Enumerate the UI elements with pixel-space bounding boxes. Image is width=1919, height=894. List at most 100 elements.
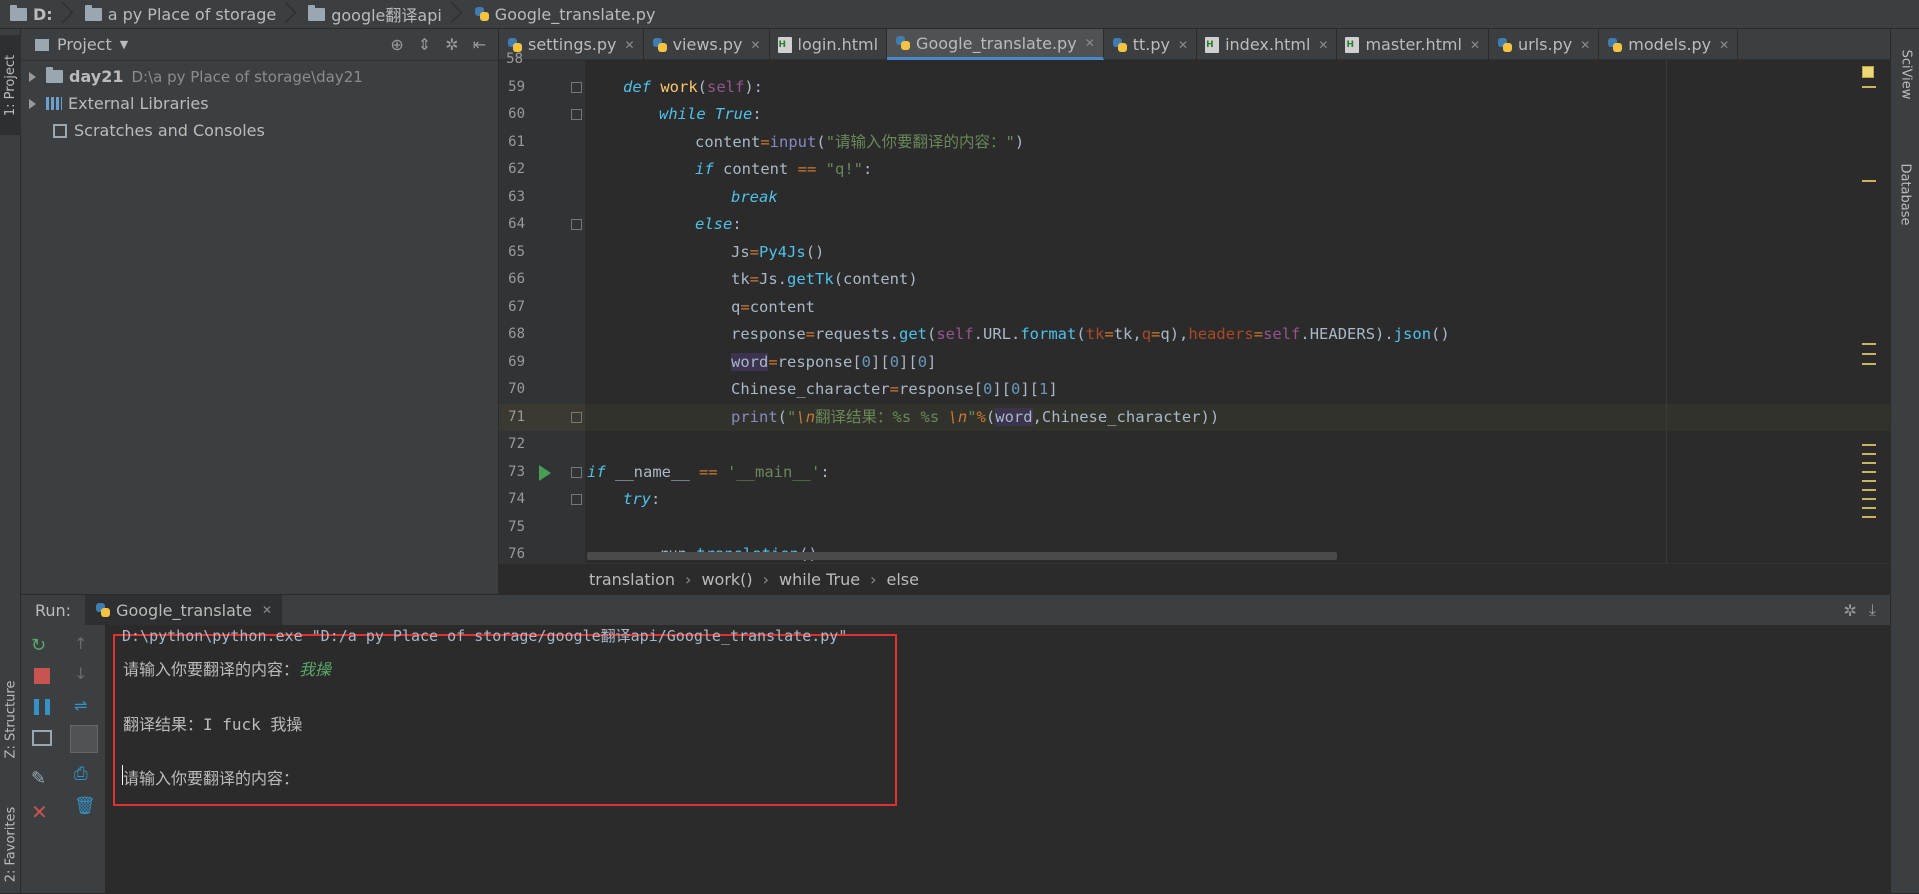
breadcrumb-label: Google_translate.py bbox=[494, 4, 656, 24]
trash-icon[interactable]: 🗑 bbox=[74, 795, 96, 817]
code-breadcrumb-item[interactable]: else bbox=[886, 570, 918, 589]
fold-marker-icon[interactable] bbox=[571, 109, 582, 120]
project-view-icon bbox=[35, 38, 49, 51]
dump-threads-icon[interactable] bbox=[32, 730, 52, 746]
fold-marker-icon[interactable] bbox=[571, 467, 582, 478]
project-tool-tab[interactable]: 1: Project bbox=[0, 35, 21, 135]
run-gutter-icon[interactable] bbox=[539, 465, 551, 481]
code-line: word=response[0][0][0] bbox=[731, 353, 937, 371]
gear-icon[interactable]: ✲ bbox=[1844, 601, 1857, 620]
line-number: 60 bbox=[508, 106, 525, 122]
run-tab[interactable]: Google_translate ✕ bbox=[85, 594, 283, 626]
soft-wrap-icon[interactable]: ⇌ bbox=[74, 695, 96, 717]
breadcrumb-item-google-api[interactable]: google翻译api bbox=[298, 0, 464, 29]
tab-google-translate-py[interactable]: Google_translate.py ✕ bbox=[887, 29, 1104, 60]
tab-models-py[interactable]: models.py ✕ bbox=[1599, 29, 1739, 60]
tree-item-path: D:\a py Place of storage\day21 bbox=[131, 67, 363, 86]
tree-item-scratches[interactable]: Scratches and Consoles bbox=[21, 117, 498, 144]
python-file-icon bbox=[474, 6, 490, 22]
close-icon[interactable]: ✕ bbox=[31, 801, 53, 823]
sciview-tool-tab[interactable]: SciView bbox=[1895, 29, 1916, 119]
code-line: break bbox=[731, 188, 778, 206]
code-breadcrumb-item[interactable]: translation bbox=[589, 570, 675, 589]
expand-arrow-icon[interactable] bbox=[29, 98, 36, 109]
close-icon[interactable]: ✕ bbox=[1580, 38, 1590, 52]
line-number: 63 bbox=[508, 189, 525, 205]
console-user-input: 我操 bbox=[299, 660, 332, 679]
close-icon[interactable]: ✕ bbox=[1470, 38, 1480, 52]
hide-panel-icon[interactable]: ⤓ bbox=[1869, 600, 1876, 620]
run-panel-header: Run: Google_translate ✕ ✲ ⤓ bbox=[21, 594, 1890, 626]
breadcrumb-item-drive[interactable]: D: bbox=[0, 0, 75, 29]
code-editor[interactable]: def work(self): while True: content=inpu… bbox=[585, 60, 1890, 563]
code-line: tk=Js.getTk(content) bbox=[731, 270, 918, 288]
code-line: else: bbox=[695, 215, 742, 233]
collapse-all-icon[interactable]: ⇕ bbox=[418, 35, 431, 54]
code-breadcrumb-item[interactable]: while True bbox=[779, 570, 860, 589]
close-icon[interactable]: ✕ bbox=[1085, 36, 1095, 50]
folder-icon bbox=[46, 67, 63, 83]
run-toolbar-primary: ↻ ✎ ✕ bbox=[21, 625, 64, 893]
rerun-icon[interactable]: ↻ bbox=[31, 635, 53, 657]
tab-label: master.html bbox=[1365, 35, 1462, 54]
editor-tabs: settings.py ✕ views.py ✕ login.html Google… bbox=[499, 29, 1890, 60]
python-file-icon bbox=[895, 35, 911, 51]
fold-marker-icon[interactable] bbox=[571, 412, 582, 423]
close-icon[interactable]: ✕ bbox=[750, 38, 760, 52]
database-tool-tab[interactable]: Database bbox=[1895, 139, 1916, 249]
close-icon[interactable]: ✕ bbox=[1318, 38, 1328, 52]
tree-item-day21[interactable]: day21 D:\a py Place of storage\day21 bbox=[21, 63, 498, 90]
chevron-right-icon: › bbox=[685, 569, 692, 589]
structure-tool-tab[interactable]: Z: Structure bbox=[0, 669, 21, 769]
stop-icon[interactable] bbox=[34, 668, 50, 684]
line-number: 66 bbox=[508, 271, 525, 287]
horizontal-scrollbar[interactable] bbox=[587, 552, 1337, 560]
pin-icon[interactable]: ✎ bbox=[31, 768, 53, 790]
tab-tt-py[interactable]: tt.py ✕ bbox=[1104, 29, 1198, 60]
fold-marker-icon[interactable] bbox=[571, 494, 582, 505]
python-file-icon bbox=[652, 37, 668, 53]
line-number: 70 bbox=[508, 381, 525, 397]
breadcrumb-item-file[interactable]: Google_translate.py bbox=[464, 0, 662, 29]
expand-arrow-icon[interactable] bbox=[29, 71, 36, 82]
run-console[interactable]: D:\python\python.exe "D:/a py Place of s… bbox=[106, 625, 1890, 893]
error-stripe[interactable] bbox=[1862, 60, 1876, 563]
breadcrumb-label: D: bbox=[33, 4, 53, 24]
code-breadcrumb: translation › work() › while True › else bbox=[499, 563, 1890, 594]
tab-index-html[interactable]: index.html ✕ bbox=[1197, 29, 1338, 60]
code-line: if __name__ == '__main__': bbox=[587, 463, 830, 481]
tab-urls-py[interactable]: urls.py ✕ bbox=[1489, 29, 1600, 60]
close-icon[interactable]: ✕ bbox=[625, 38, 635, 52]
close-icon[interactable]: ✕ bbox=[1178, 38, 1188, 52]
hide-panel-icon[interactable]: ⇤ bbox=[473, 35, 486, 54]
fold-marker-icon[interactable] bbox=[571, 82, 582, 93]
line-number: 65 bbox=[508, 244, 525, 260]
tab-login-html[interactable]: login.html bbox=[770, 29, 888, 60]
favorites-tool-tab[interactable]: 2: Favorites bbox=[0, 794, 21, 894]
arrow-down-icon[interactable]: ↓ bbox=[74, 663, 96, 685]
scroll-to-end-icon[interactable] bbox=[70, 725, 98, 753]
tab-label: login.html bbox=[797, 35, 879, 54]
print-icon[interactable]: ⎙ bbox=[74, 763, 96, 785]
tab-views-py[interactable]: views.py ✕ bbox=[644, 29, 770, 60]
scroll-from-source-icon[interactable]: ⊕ bbox=[390, 35, 403, 54]
arrow-up-icon[interactable]: ↑ bbox=[74, 633, 96, 655]
line-number: 75 bbox=[508, 519, 525, 535]
fold-marker-icon[interactable] bbox=[571, 219, 582, 230]
tree-item-external-libraries[interactable]: External Libraries bbox=[21, 90, 498, 117]
tab-master-html[interactable]: master.html ✕ bbox=[1337, 29, 1489, 60]
tab-label: settings.py bbox=[528, 35, 617, 54]
line-number: 58 bbox=[506, 51, 523, 67]
line-number: 64 bbox=[508, 216, 525, 232]
code-line: def work(self): bbox=[623, 78, 763, 96]
close-icon[interactable]: ✕ bbox=[1719, 38, 1729, 52]
tab-label: models.py bbox=[1628, 35, 1712, 54]
pause-icon[interactable] bbox=[34, 699, 50, 715]
code-breadcrumb-item[interactable]: work() bbox=[701, 570, 752, 589]
chevron-down-icon[interactable]: ▼ bbox=[120, 38, 128, 51]
close-icon[interactable]: ✕ bbox=[262, 603, 272, 617]
breadcrumb-item-storage[interactable]: a py Place of storage bbox=[75, 0, 299, 29]
gear-icon[interactable]: ✲ bbox=[445, 35, 458, 54]
code-line: print("\n翻译结果：%s %s \n"%(word,Chinese_ch… bbox=[731, 408, 1220, 426]
project-panel-title[interactable]: Project bbox=[57, 35, 112, 54]
